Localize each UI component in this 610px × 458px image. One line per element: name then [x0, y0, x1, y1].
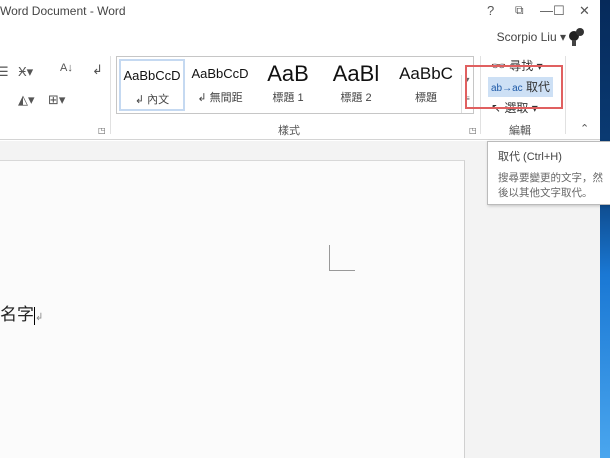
style-no-spacing[interactable]: AaBbCcD ↲ 無間距 [187, 59, 253, 111]
ribbon-display-options-button[interactable]: ⧉ [515, 3, 524, 18]
word-window: Word Document - Word ? ⧉ — ☐ ✕ Scorpio L… [0, 0, 600, 458]
document-page[interactable]: 名字↲ [0, 160, 465, 458]
editing-group-label: 編輯 [509, 125, 531, 137]
show-marks-icon[interactable]: ↲ [92, 62, 103, 78]
desktop-background [600, 0, 610, 458]
styles-gallery: AaBbCcD ↲ 內文 AaBbCcD ↲ 無間距 AaB 標題 1 AaBl 標題 … [116, 56, 474, 114]
tooltip-title: 取代 (Ctrl+H) [498, 151, 562, 163]
margin-corner-mark [329, 245, 355, 271]
document-text[interactable]: 名字↲ [0, 300, 43, 325]
window-title: Word Document - Word [0, 4, 126, 18]
minimize-button[interactable]: — [540, 3, 553, 18]
align-icon[interactable]: ☰ [0, 64, 9, 80]
styles-group-label: 樣式 [278, 125, 300, 137]
shading-icon[interactable]: ◭▾ [18, 92, 35, 108]
sort-icon[interactable]: A↓ [60, 62, 73, 74]
highlight-box [465, 65, 563, 109]
paragraph-dialog-launcher-icon[interactable]: ◳ [98, 126, 106, 135]
paragraph-mark-icon: ↲ [35, 312, 44, 323]
style-title[interactable]: AaBbC 標題 [391, 59, 461, 111]
replace-tooltip: 取代 (Ctrl+H) 搜尋要變更的文字，然 後以其他文字取代。 [487, 141, 610, 205]
tooltip-description-2: 後以其他文字取代。 [498, 187, 593, 199]
tooltip-description-1: 搜尋要變更的文字，然 [498, 172, 603, 184]
user-account[interactable]: Scorpio Liu ▾ [497, 30, 566, 44]
close-button[interactable]: ✕ [579, 3, 590, 19]
help-button[interactable]: ? [487, 3, 494, 18]
collapse-ribbon-icon[interactable]: ⌃ [580, 122, 589, 135]
style-heading-1[interactable]: AaB 標題 1 [255, 59, 321, 111]
style-heading-2[interactable]: AaBl 標題 2 [323, 59, 389, 111]
borders-icon[interactable]: ⊞▾ [48, 92, 65, 108]
avatar[interactable] [568, 28, 584, 46]
text-effects-icon[interactable]: Ӿ▾ [18, 64, 33, 80]
styles-dialog-launcher-icon[interactable]: ◳ [469, 126, 477, 135]
style-normal[interactable]: AaBbCcD ↲ 內文 [119, 59, 185, 111]
maximize-button[interactable]: ☐ [553, 3, 565, 19]
